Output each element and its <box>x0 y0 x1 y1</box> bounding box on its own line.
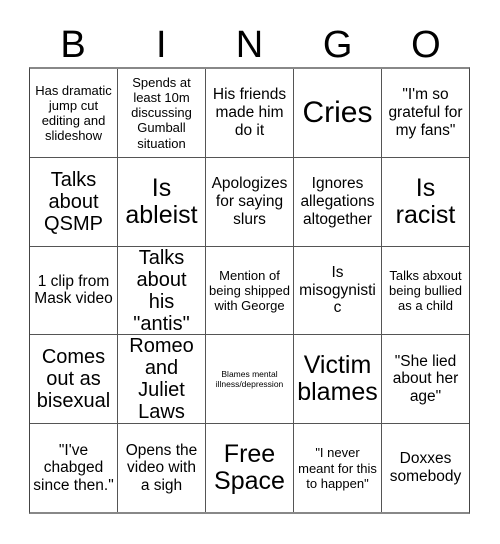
bingo-free-space-cell[interactable]: Free Space <box>206 424 294 512</box>
bingo-row: 1 clip from Mask video Talks about his "a… <box>30 246 469 336</box>
bingo-cell-b4[interactable]: Comes out as bisexual <box>30 335 118 424</box>
bingo-cell-n4[interactable]: Blames mental illness/depression <box>206 335 294 424</box>
bingo-cell-o2[interactable]: Is racist <box>382 158 469 246</box>
bingo-cell-o3[interactable]: Talks abxout being bullied as a child <box>382 247 469 335</box>
bingo-cell-g5[interactable]: "I never meant for this to happen" <box>294 424 382 512</box>
bingo-cell-label: Doxxes somebody <box>389 450 462 486</box>
bingo-card: B I N G O Has dramatic jump cut editing … <box>0 0 500 544</box>
bingo-header: B I N G O <box>29 22 470 67</box>
bingo-cell-label: "I've chabged since then." <box>33 441 114 494</box>
bingo-cell-label: Comes out as bisexual <box>36 346 111 413</box>
bingo-row: Talks about QSMP Is ableist Apologizes for… <box>30 157 469 247</box>
bingo-cell-i1[interactable]: Spends at least 10m discussing Gumball s… <box>118 69 206 157</box>
bingo-cell-label: Cries <box>302 96 373 130</box>
header-letter-g: G <box>322 23 353 66</box>
bingo-row: Comes out as bisexual Romeo and Juliet La… <box>30 335 469 425</box>
bingo-cell-label: 1 clip from Mask video <box>34 272 113 308</box>
bingo-cell-label: Apologizes for saying slurs <box>211 175 288 228</box>
bingo-cell-b2[interactable]: Talks about QSMP <box>30 157 118 246</box>
bingo-cell-label: Talks about his "antis" <box>133 246 190 335</box>
bingo-cell-label: Talks abxout being bullied as a child <box>388 267 462 314</box>
bingo-cell-label: Is ableist <box>125 173 198 229</box>
bingo-cell-i4[interactable]: Romeo and Juliet Laws <box>118 335 206 424</box>
bingo-cell-label: Ignores allegations altogether <box>300 175 375 228</box>
bingo-cell-o1[interactable]: "I'm so grateful for my fans" <box>382 69 469 157</box>
bingo-cell-g4[interactable]: Victim blames <box>294 335 382 424</box>
bingo-cell-i3[interactable]: Talks about his "antis" <box>118 246 206 335</box>
bingo-cell-n3[interactable]: Mention of being shipped with George <box>206 246 294 335</box>
header-letter-o: O <box>411 23 441 66</box>
bingo-cell-n1[interactable]: His friends made him do it <box>206 69 294 157</box>
bingo-cell-label: Free Space <box>214 440 285 496</box>
bingo-cell-o4[interactable]: "She lied about her age" <box>382 335 469 423</box>
bingo-cell-o5[interactable]: Doxxes somebody <box>382 424 469 512</box>
bingo-cell-b3[interactable]: 1 clip from Mask video <box>30 246 118 335</box>
bingo-cell-label: "I'm so grateful for my fans" <box>388 86 463 139</box>
bingo-cell-label: "She lied about her age" <box>392 352 459 406</box>
bingo-cell-i2[interactable]: Is ableist <box>118 157 206 246</box>
header-letter-i: I <box>156 23 167 66</box>
bingo-row: Has dramatic jump cut editing and slides… <box>30 69 469 158</box>
bingo-cell-label: Is misogynistic <box>299 264 376 317</box>
bingo-cell-label: Talks about QSMP <box>44 168 103 235</box>
bingo-cell-label: Victim blames <box>297 351 378 407</box>
bingo-cell-label: Is racist <box>395 173 456 229</box>
bingo-grid: Has dramatic jump cut editing and slides… <box>29 67 470 514</box>
bingo-row: "I've chabged since then." Opens the vide… <box>30 424 469 512</box>
bingo-cell-g2[interactable]: Ignores allegations altogether <box>294 157 382 246</box>
bingo-cell-i5[interactable]: Opens the video with a sigh <box>118 424 206 512</box>
bingo-cell-label: Blames mental illness/depression <box>215 368 284 390</box>
bingo-cell-label: "I never meant for this to happen" <box>298 445 377 491</box>
header-letter-n: N <box>235 23 264 66</box>
bingo-cell-b5[interactable]: "I've chabged since then." <box>30 424 118 512</box>
header-letter-b: B <box>60 23 86 66</box>
bingo-cell-label: Romeo and Juliet Laws <box>129 335 194 424</box>
bingo-cell-g1[interactable]: Cries <box>294 69 382 157</box>
bingo-cell-label: Mention of being shipped with George <box>209 267 290 314</box>
bingo-cell-b1[interactable]: Has dramatic jump cut editing and slides… <box>30 69 118 157</box>
bingo-cell-label: Has dramatic jump cut editing and slides… <box>35 82 112 143</box>
bingo-cell-label: His friends made him do it <box>212 86 287 139</box>
bingo-cell-label: Opens the video with a sigh <box>125 441 198 494</box>
bingo-cell-g3[interactable]: Is misogynistic <box>294 246 382 335</box>
bingo-cell-label: Spends at least 10m discussing Gumball s… <box>131 75 192 151</box>
bingo-cell-n2[interactable]: Apologizes for saying slurs <box>206 157 294 246</box>
